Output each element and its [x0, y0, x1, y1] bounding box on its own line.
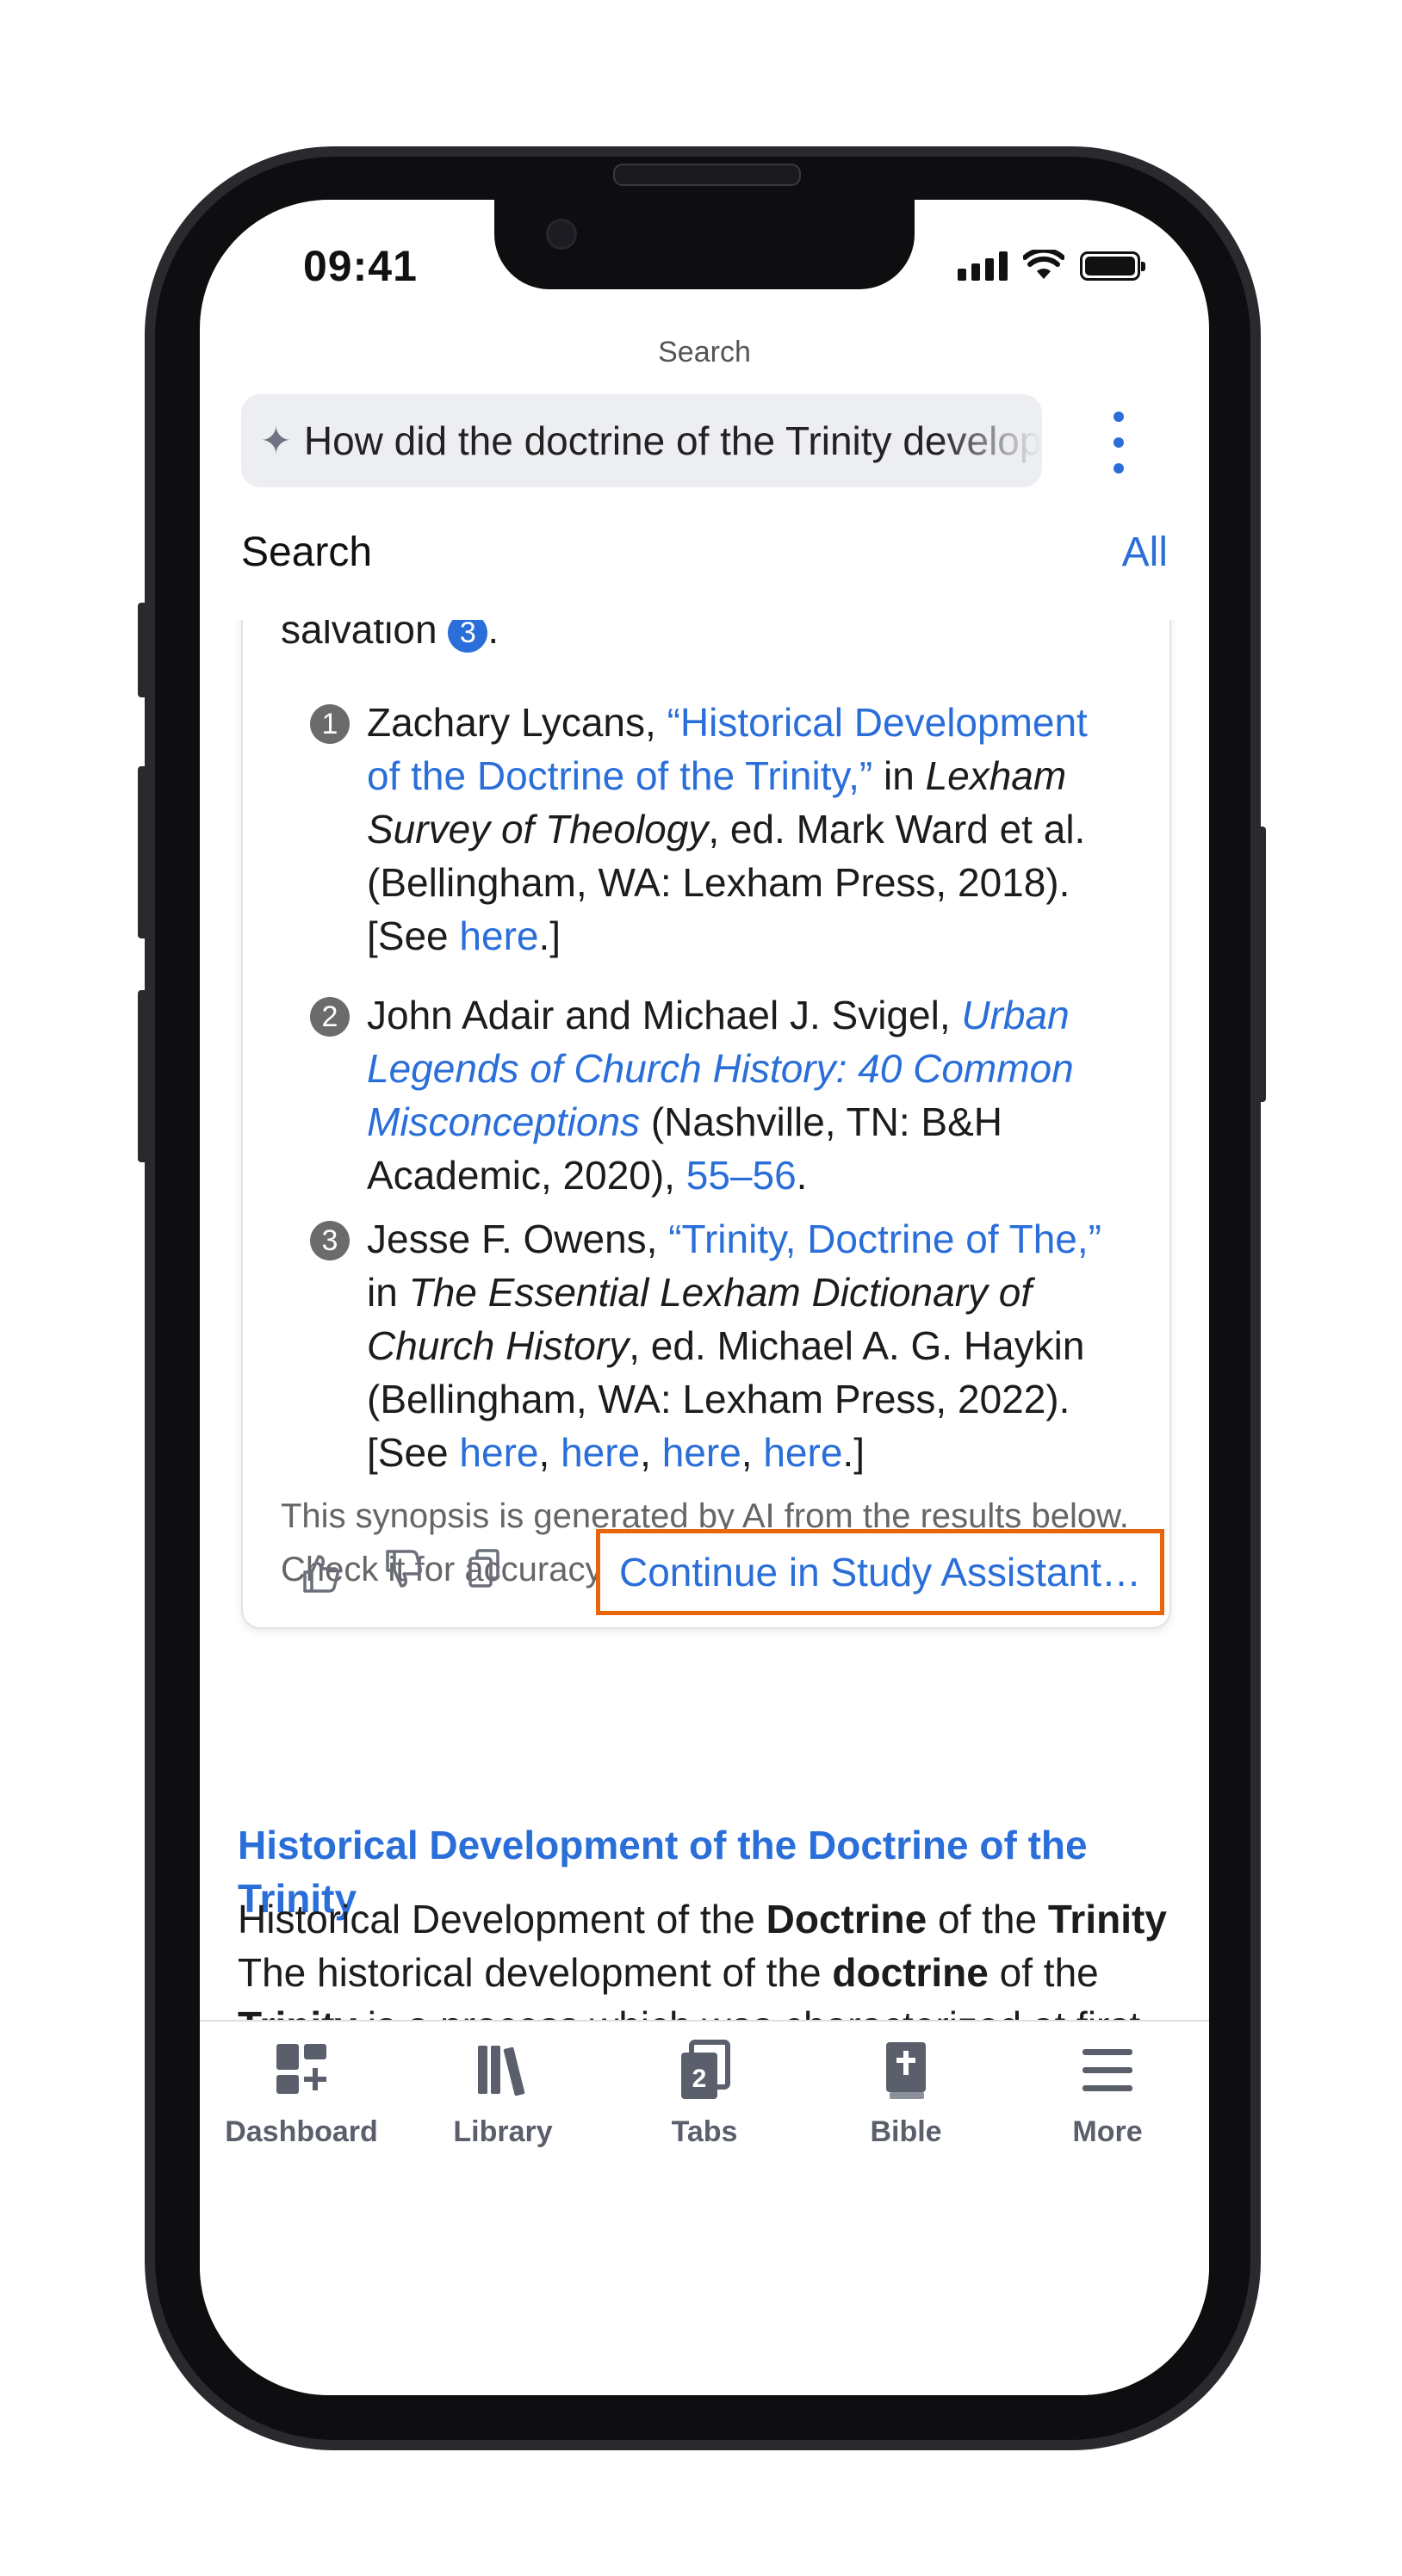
battery-icon	[1080, 251, 1145, 281]
notch	[494, 200, 915, 289]
wifi-icon	[1023, 250, 1064, 279]
copy-icon[interactable]	[460, 1545, 508, 1593]
status-time: 09:41	[303, 242, 418, 290]
nav-label: Dashboard	[225, 2115, 378, 2148]
status-icons	[958, 250, 1145, 281]
volume-down-button	[138, 990, 148, 1162]
search-scope-row: Search All	[200, 520, 1209, 594]
page-range-link[interactable]: 55–56	[686, 1153, 797, 1198]
nav-label: Library	[453, 2115, 553, 2148]
thumbs-up-icon[interactable]	[296, 1550, 344, 1598]
citation-badge[interactable]: 3	[448, 620, 488, 653]
nav-tabs[interactable]: 2 Tabs	[610, 2039, 799, 2149]
synopsis-period: .	[487, 620, 499, 652]
nav-more[interactable]: More	[1013, 2039, 1202, 2149]
here-link[interactable]: here	[459, 913, 538, 958]
bible-icon	[886, 2042, 926, 2099]
synopsis-tail: salvation 3.	[281, 620, 499, 656]
mute-switch	[138, 603, 148, 697]
menu-icon	[1083, 2049, 1132, 2091]
tab-all[interactable]: All	[1122, 529, 1168, 576]
result-snippet: Historical Development of the Doctrine o…	[238, 1897, 1167, 2022]
continue-in-study-assistant-button[interactable]: Continue in Study Assistant…	[596, 1529, 1164, 1615]
camera-icon	[546, 219, 577, 250]
screen: 09:41 Search ✦ How did the doctrine of t…	[200, 200, 1209, 2395]
search-input[interactable]: ✦ How did the doctrine of the Trinity de…	[241, 394, 1042, 487]
thumbs-down-icon[interactable]	[379, 1545, 427, 1593]
sparkle-icon: ✦	[260, 419, 292, 462]
nav-label: Bible	[870, 2115, 942, 2148]
search-query: How did the doctrine of the Trinity deve…	[303, 418, 1042, 463]
more-options-icon[interactable]	[1110, 412, 1127, 474]
here-link[interactable]: here	[459, 1430, 538, 1475]
tab-search[interactable]: Search	[241, 529, 372, 576]
tabs-icon: 2	[681, 2040, 730, 2099]
here-link[interactable]: here	[561, 1430, 640, 1475]
nav-label: More	[1072, 2115, 1143, 2148]
library-icon	[478, 2046, 525, 2096]
bottom-navigation: Dashboard Library 2 Tabs Bible More	[200, 2020, 1209, 2395]
volume-up-button	[138, 766, 148, 938]
dashboard-icon	[276, 2044, 326, 2094]
here-link[interactable]: here	[763, 1430, 842, 1475]
reference-number: 2	[310, 997, 350, 1037]
tabs-count: 2	[692, 2065, 707, 2093]
results-scroll-area[interactable]: salvation 3. 1 Zachary Lycans, “Historic…	[200, 620, 1209, 2022]
here-link[interactable]: here	[662, 1430, 741, 1475]
power-button	[1256, 827, 1266, 1102]
reference-number: 1	[310, 704, 350, 744]
nav-dashboard[interactable]: Dashboard	[207, 2039, 396, 2149]
ai-synopsis-card: salvation 3. 1 Zachary Lycans, “Historic…	[241, 620, 1171, 1629]
nav-bible[interactable]: Bible	[811, 2039, 1001, 2149]
reference-text: Zachary Lycans, “Historical Development …	[367, 700, 1088, 958]
nav-label: Tabs	[671, 2115, 738, 2148]
reference-text: John Adair and Michael J. Svigel, Urban …	[367, 993, 1074, 1198]
cellular-signal-icon	[958, 251, 1008, 281]
speaker-grille	[613, 164, 801, 186]
reference-number: 3	[310, 1221, 350, 1260]
synopsis-text: salvation	[281, 620, 437, 652]
nav-library[interactable]: Library	[408, 2039, 598, 2149]
reference-title-link[interactable]: “Trinity, Doctrine of The,”	[668, 1217, 1101, 1261]
reference-text: Jesse F. Owens, “Trinity, Doctrine of Th…	[367, 1217, 1101, 1475]
page-title: Search	[658, 336, 751, 368]
